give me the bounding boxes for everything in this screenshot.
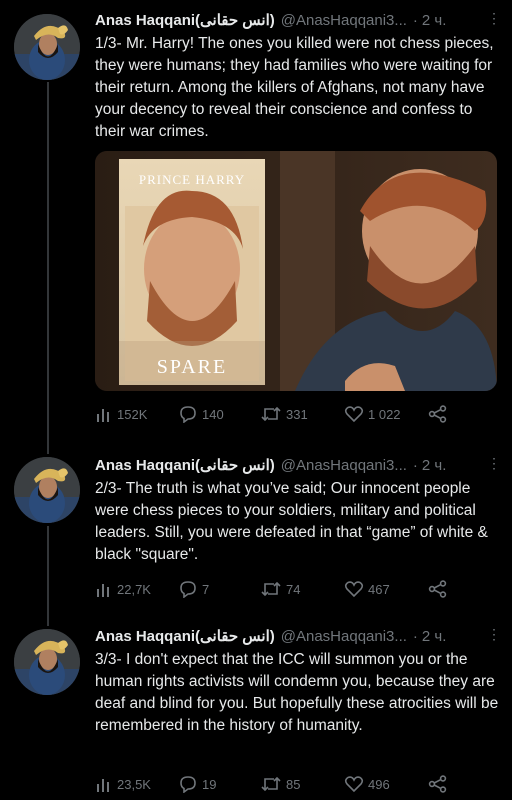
like-count: 1 022	[368, 406, 401, 422]
reply-count: 140	[202, 406, 224, 422]
tweet-header: Anas Haqqani(انس حقانی) @AnasHaqqani3...…	[95, 455, 502, 475]
like-count: 467	[368, 581, 390, 597]
avatar[interactable]	[14, 457, 80, 523]
separator-dot: ·	[412, 627, 418, 645]
like-button[interactable]: 1 022	[344, 405, 428, 423]
speech-bubble-icon	[180, 581, 196, 598]
heart-icon	[344, 581, 364, 598]
reply-button[interactable]: 19	[178, 775, 260, 793]
retweet-count: 331	[286, 406, 308, 422]
author-handle[interactable]: @AnasHaqqani3...	[281, 12, 407, 29]
more-dots-icon[interactable]: ⋮	[487, 455, 501, 472]
heart-icon	[344, 406, 364, 423]
book-title-text: SPARE	[157, 356, 227, 378]
avatar[interactable]	[14, 14, 80, 80]
like-count: 496	[368, 776, 390, 792]
retweet-arrows-icon	[261, 406, 281, 422]
like-button[interactable]: 467	[344, 580, 428, 598]
views-button[interactable]: 152K	[95, 405, 178, 423]
reply-count: 19	[202, 776, 217, 792]
timestamp[interactable]: 2 ч.	[422, 12, 447, 29]
tweet-header: Anas Haqqani(انس حقانی) @AnasHaqqani3...…	[95, 10, 502, 30]
retweet-arrows-icon	[261, 776, 281, 792]
separator-dot: ·	[412, 456, 418, 474]
tweet-1[interactable]: Anas Haqqani(انس حقانی) @AnasHaqqani3...…	[0, 10, 512, 430]
bar-chart-icon	[97, 584, 109, 597]
timestamp[interactable]: 2 ч.	[422, 628, 447, 645]
reply-count: 7	[202, 581, 210, 597]
retweet-button[interactable]: 331	[260, 405, 344, 423]
like-button[interactable]: 496	[344, 775, 428, 793]
avatar[interactable]	[14, 629, 80, 695]
author-name[interactable]: Anas Haqqani(انس حقانی)	[95, 627, 275, 645]
author-handle[interactable]: @AnasHaqqani3...	[281, 457, 407, 474]
share-button[interactable]	[428, 580, 452, 598]
tweet-2[interactable]: Anas Haqqani(انس حقانی) @AnasHaqqani3...…	[0, 455, 512, 605]
retweet-count: 74	[286, 581, 301, 597]
tweet-text: 3/3- I don't expect that the ICC will su…	[95, 651, 499, 734]
tweet-actions: 152K 140 331 1 022	[95, 403, 502, 425]
views-button[interactable]: 22,7K	[95, 580, 178, 598]
share-nodes-icon	[428, 580, 447, 598]
heart-icon	[344, 776, 364, 793]
tweet-image[interactable]: PRINCE HARRY SPARE	[95, 151, 497, 391]
separator-dot: ·	[412, 11, 418, 29]
author-handle[interactable]: @AnasHaqqani3...	[281, 628, 407, 645]
author-name[interactable]: Anas Haqqani(انس حقانی)	[95, 11, 275, 29]
reply-button[interactable]: 140	[178, 405, 260, 423]
views-count: 23,5K	[117, 776, 151, 792]
speech-bubble-icon	[180, 776, 196, 793]
tweet-header: Anas Haqqani(انس حقانی) @AnasHaqqani3...…	[95, 626, 502, 646]
share-nodes-icon	[428, 405, 447, 423]
retweet-arrows-icon	[261, 581, 281, 597]
tweet-text: 1/3- Mr. Harry! The ones you killed were…	[95, 35, 494, 140]
tweet-actions: 22,7K 7 74 467	[95, 578, 502, 600]
views-count: 22,7K	[117, 581, 151, 597]
retweet-count: 85	[286, 776, 301, 792]
more-dots-icon[interactable]: ⋮	[487, 10, 501, 27]
timestamp[interactable]: 2 ч.	[422, 457, 447, 474]
speech-bubble-icon	[180, 406, 196, 423]
tweet-text: 2/3- The truth is what you’ve said; Our …	[95, 480, 488, 563]
bar-chart-icon	[97, 409, 109, 422]
views-button[interactable]: 23,5K	[95, 775, 178, 793]
book-author-text: PRINCE HARRY	[139, 172, 245, 187]
author-name[interactable]: Anas Haqqani(انس حقانی)	[95, 456, 275, 474]
bar-chart-icon	[97, 779, 109, 792]
share-button[interactable]	[428, 405, 452, 423]
tweet-3[interactable]: Anas Haqqani(انس حقانی) @AnasHaqqani3...…	[0, 626, 512, 800]
views-count: 152K	[117, 406, 148, 422]
reply-button[interactable]: 7	[178, 580, 260, 598]
retweet-button[interactable]: 74	[260, 580, 344, 598]
more-dots-icon[interactable]: ⋮	[487, 626, 501, 643]
share-nodes-icon	[428, 775, 447, 793]
share-button[interactable]	[428, 775, 452, 793]
tweet-actions: 23,5K 19 85 496	[95, 773, 502, 795]
retweet-button[interactable]: 85	[260, 775, 344, 793]
